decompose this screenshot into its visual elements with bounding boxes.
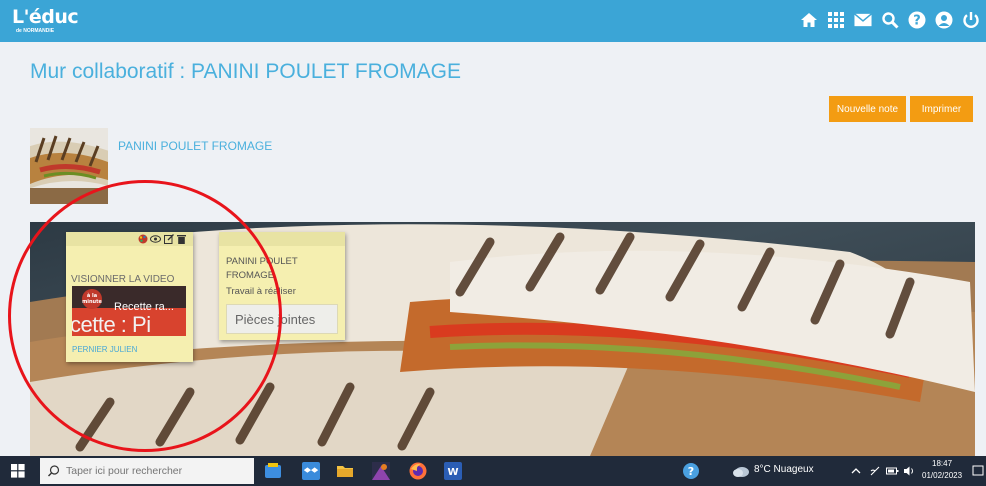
windows-start-icon[interactable] [8, 462, 28, 480]
mail-icon[interactable] [854, 9, 872, 31]
clock-date: 01/02/2023 [922, 471, 963, 480]
attachments-area[interactable]: Pièces jointes [226, 304, 338, 334]
video-overlay-text: cette : Pi [72, 312, 151, 336]
dropbox-icon[interactable] [302, 462, 320, 480]
wall-name-link[interactable]: PANINI POULET FROMAGE [118, 139, 272, 153]
volume-icon[interactable] [903, 464, 921, 482]
clock-time: 18:47 [932, 459, 953, 468]
note-author: PERNIER JULIEN [72, 345, 138, 354]
note-header-bar [219, 232, 345, 246]
logo-text: L'éduc [12, 6, 79, 28]
delete-icon[interactable] [176, 233, 187, 245]
search-icon[interactable] [881, 9, 899, 31]
note-video[interactable]: VISIONNER LA VIDEO à la minute Recette r… [66, 232, 193, 362]
svg-text:?: ? [688, 465, 694, 478]
educ-logo[interactable]: L'éduc de NORMANDIE [12, 6, 79, 34]
photos-app-icon[interactable] [372, 462, 390, 480]
note-toolbar [137, 233, 187, 245]
taskbar-search[interactable] [40, 458, 254, 484]
video-embed[interactable]: à la minute Recette ra... cette : Pi [72, 286, 186, 336]
task-view-icon[interactable] [264, 462, 282, 480]
weather-text[interactable]: 8°C Nuageux [754, 464, 814, 475]
note-header-bar [66, 232, 193, 246]
weather-cloud-icon [732, 464, 750, 482]
view-icon[interactable] [150, 233, 161, 245]
logo-subtext: de NORMANDIE [16, 28, 55, 34]
note-title: VISIONNER LA VIDEO [71, 274, 175, 285]
windows-taskbar: W ? 8°C Nuageux 18:47 01/02/2023 [0, 456, 986, 486]
file-explorer-icon[interactable] [336, 462, 354, 480]
taskbar-clock[interactable]: 18:47 01/02/2023 [922, 458, 962, 482]
help-tray-icon[interactable]: ? [682, 462, 700, 480]
color-palette-icon[interactable] [137, 233, 148, 245]
svg-text:W: W [447, 467, 458, 478]
power-icon[interactable] [962, 9, 980, 31]
notification-icon[interactable] [972, 464, 986, 482]
pen-tray-icon[interactable] [869, 464, 887, 482]
grid-icon[interactable] [827, 9, 845, 31]
taskbar-search-input[interactable] [66, 465, 216, 477]
note-title-line2: FROMAGE [226, 270, 275, 281]
top-bar: L'éduc de NORMANDIE ? [0, 0, 986, 42]
svg-text:à la: à la [87, 292, 97, 299]
wall-thumbnail[interactable] [30, 128, 108, 204]
help-icon[interactable]: ? [908, 9, 926, 31]
note-description: Travail à réaliser [226, 286, 296, 297]
note-task[interactable]: PANINI POULET FROMAGE Travail à réaliser… [219, 232, 345, 340]
note-title-line1: PANINI POULET [226, 256, 298, 267]
word-icon[interactable]: W [444, 462, 462, 480]
svg-text:?: ? [913, 14, 921, 29]
user-icon[interactable] [935, 9, 953, 31]
chevron-up-icon[interactable] [850, 464, 868, 482]
svg-text:minute: minute [82, 299, 102, 305]
firefox-icon[interactable] [409, 462, 427, 480]
edit-icon[interactable] [163, 233, 174, 245]
search-icon [48, 465, 60, 477]
print-button[interactable]: Imprimer [910, 96, 973, 122]
home-icon[interactable] [800, 9, 818, 31]
top-icon-bar: ? [800, 9, 980, 31]
new-note-button[interactable]: Nouvelle note [829, 96, 906, 122]
page-title: Mur collaboratif : PANINI POULET FROMAGE [30, 60, 461, 83]
battery-icon[interactable] [886, 464, 904, 482]
